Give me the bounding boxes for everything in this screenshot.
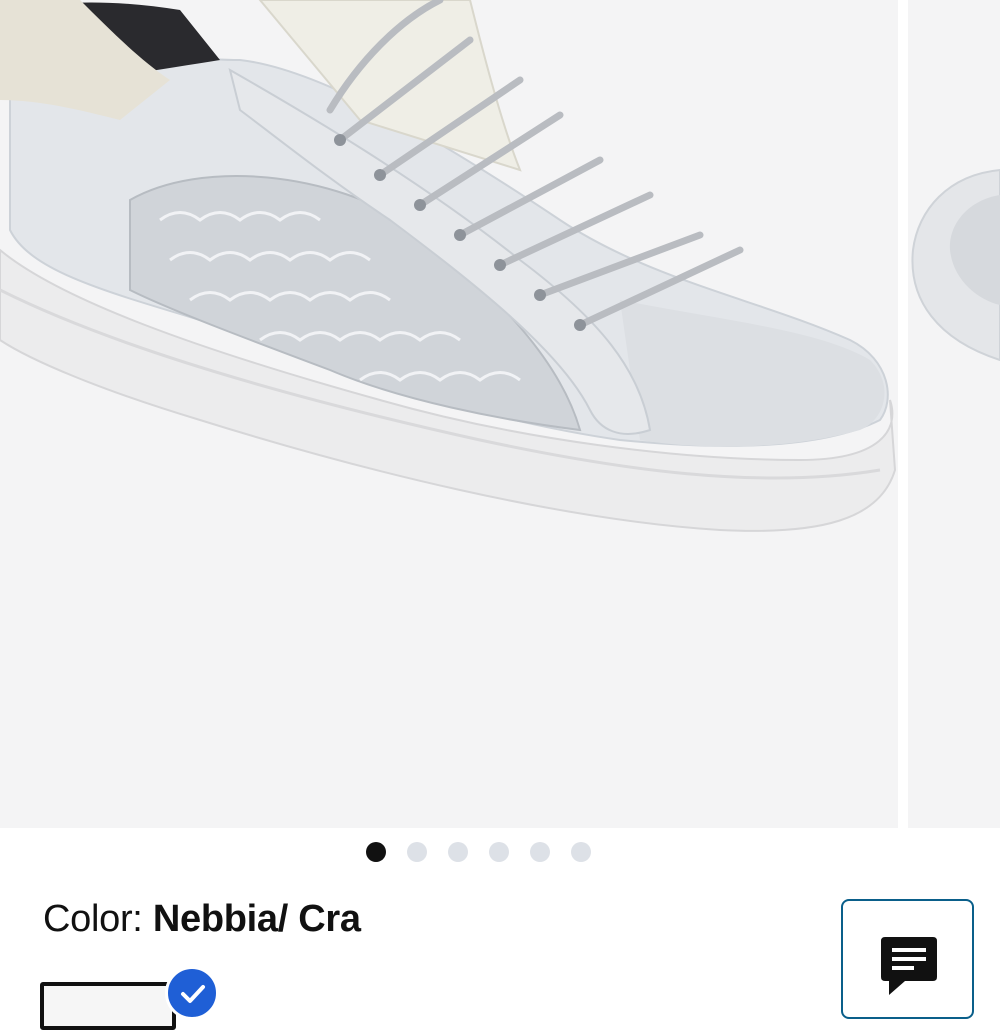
product-image-sneaker[interactable] <box>0 0 898 828</box>
color-selection-label: Color: Nebbia/ Cra <box>43 898 361 941</box>
pagination-dot[interactable] <box>530 842 550 862</box>
pagination-dot[interactable] <box>448 842 468 862</box>
color-swatch-selected[interactable] <box>40 982 176 1030</box>
chat-button[interactable] <box>841 899 974 1019</box>
product-image-next[interactable] <box>908 0 1000 828</box>
chat-icon <box>881 937 937 995</box>
sneaker-illustration <box>0 0 897 532</box>
sneaker-illustration-next <box>911 168 1000 362</box>
pagination-dot[interactable] <box>407 842 427 862</box>
product-image-gallery[interactable] <box>0 0 1000 830</box>
pagination-dot[interactable] <box>366 842 386 862</box>
color-label: Color: <box>43 898 143 940</box>
color-value: Nebbia/ Cra <box>152 898 361 940</box>
gallery-pagination <box>366 842 591 862</box>
pagination-dot[interactable] <box>571 842 591 862</box>
pagination-dot[interactable] <box>489 842 509 862</box>
check-icon <box>165 966 219 1020</box>
